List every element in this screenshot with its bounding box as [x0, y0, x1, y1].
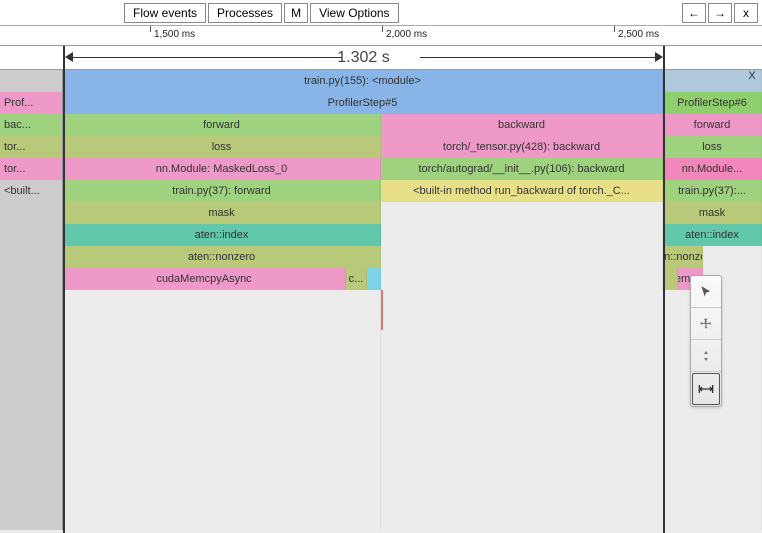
- event-bar[interactable]: aten::nonzero: [663, 246, 703, 268]
- event-bar[interactable]: [367, 268, 381, 290]
- event-bar[interactable]: loss: [63, 136, 381, 158]
- side-label: [0, 70, 63, 92]
- range-label: 1.302 s: [63, 49, 664, 67]
- event-bar[interactable]: ProfilerStep#6: [663, 92, 762, 114]
- time-range-bar[interactable]: 1.302 s: [0, 46, 762, 70]
- event-bar[interactable]: nn.Module: MaskedLoss_0: [63, 158, 381, 180]
- timing-tool[interactable]: [692, 373, 720, 405]
- side-label: Prof...: [0, 92, 63, 114]
- side-label: [0, 268, 63, 290]
- pan-tool[interactable]: [691, 308, 721, 340]
- locator-x[interactable]: X: [748, 69, 756, 83]
- forward-button[interactable]: →: [708, 3, 732, 23]
- event-bar[interactable]: cudaMemcpyAsync: [63, 268, 346, 290]
- event-bar[interactable]: aten::index: [663, 224, 762, 246]
- m-button[interactable]: M: [284, 3, 308, 23]
- event-bar[interactable]: train.py(155): <module>: [63, 70, 663, 92]
- tool-palette: [690, 275, 722, 407]
- range-edge-left[interactable]: [63, 46, 65, 533]
- event-bar[interactable]: mask: [663, 202, 762, 224]
- side-label: tor...: [0, 136, 63, 158]
- event-bar[interactable]: mask: [63, 202, 381, 224]
- side-label: tor...: [0, 158, 63, 180]
- empty-space: [703, 246, 762, 268]
- pointer-tool[interactable]: [691, 276, 721, 308]
- view-options-button[interactable]: View Options: [310, 3, 398, 23]
- event-bar[interactable]: backward: [381, 114, 663, 136]
- event-bar[interactable]: aten::nonzero: [63, 246, 381, 268]
- tick-label: 2,500 ms: [618, 29, 659, 40]
- side-label: [0, 224, 63, 246]
- event-bar[interactable]: forward: [63, 114, 381, 136]
- time-ruler: 1,500 ms 2,000 ms 2,500 ms: [0, 26, 762, 46]
- event-bar[interactable]: forward: [663, 114, 762, 136]
- range-edge-right[interactable]: [663, 46, 665, 533]
- side-label: bac...: [0, 114, 63, 136]
- event-bar[interactable]: nn.Module...: [663, 158, 762, 180]
- side-label: [0, 290, 63, 530]
- flame-tracks[interactable]: train.py(155): <module> Prof... Profiler…: [0, 70, 762, 510]
- empty-space: [63, 290, 381, 530]
- event-bar[interactable]: aten::index: [63, 224, 381, 246]
- event-bar[interactable]: torch/autograd/__init__.py(106): backwar…: [381, 158, 663, 180]
- empty-space: [381, 202, 663, 224]
- flow-events-button[interactable]: Flow events: [124, 3, 206, 23]
- toolbar: Flow events Processes M View Options ← →…: [0, 0, 762, 26]
- empty-space: [381, 246, 663, 268]
- event-bar[interactable]: [663, 268, 678, 290]
- side-label: [0, 202, 63, 224]
- back-button[interactable]: ←: [682, 3, 706, 23]
- tick-label: 2,000 ms: [386, 29, 427, 40]
- zoom-tool[interactable]: [691, 340, 721, 372]
- close-button[interactable]: x: [734, 3, 758, 23]
- event-bar[interactable]: train.py(37): forward: [63, 180, 381, 202]
- event-bar[interactable]: torch/_tensor.py(428): backward: [381, 136, 663, 158]
- side-label: <built...: [0, 180, 63, 202]
- event-bar[interactable]: loss: [663, 136, 762, 158]
- event-bar[interactable]: c...: [346, 268, 367, 290]
- event-bar[interactable]: train.py(37):...: [663, 180, 762, 202]
- empty-space: [381, 268, 663, 290]
- tick-label: 1,500 ms: [154, 29, 195, 40]
- processes-button[interactable]: Processes: [208, 3, 282, 23]
- event-bar[interactable]: <built-in method run_backward of torch._…: [381, 180, 663, 202]
- event-bar[interactable]: ProfilerStep#5: [63, 92, 663, 114]
- side-label: [0, 246, 63, 268]
- empty-space: [381, 224, 663, 246]
